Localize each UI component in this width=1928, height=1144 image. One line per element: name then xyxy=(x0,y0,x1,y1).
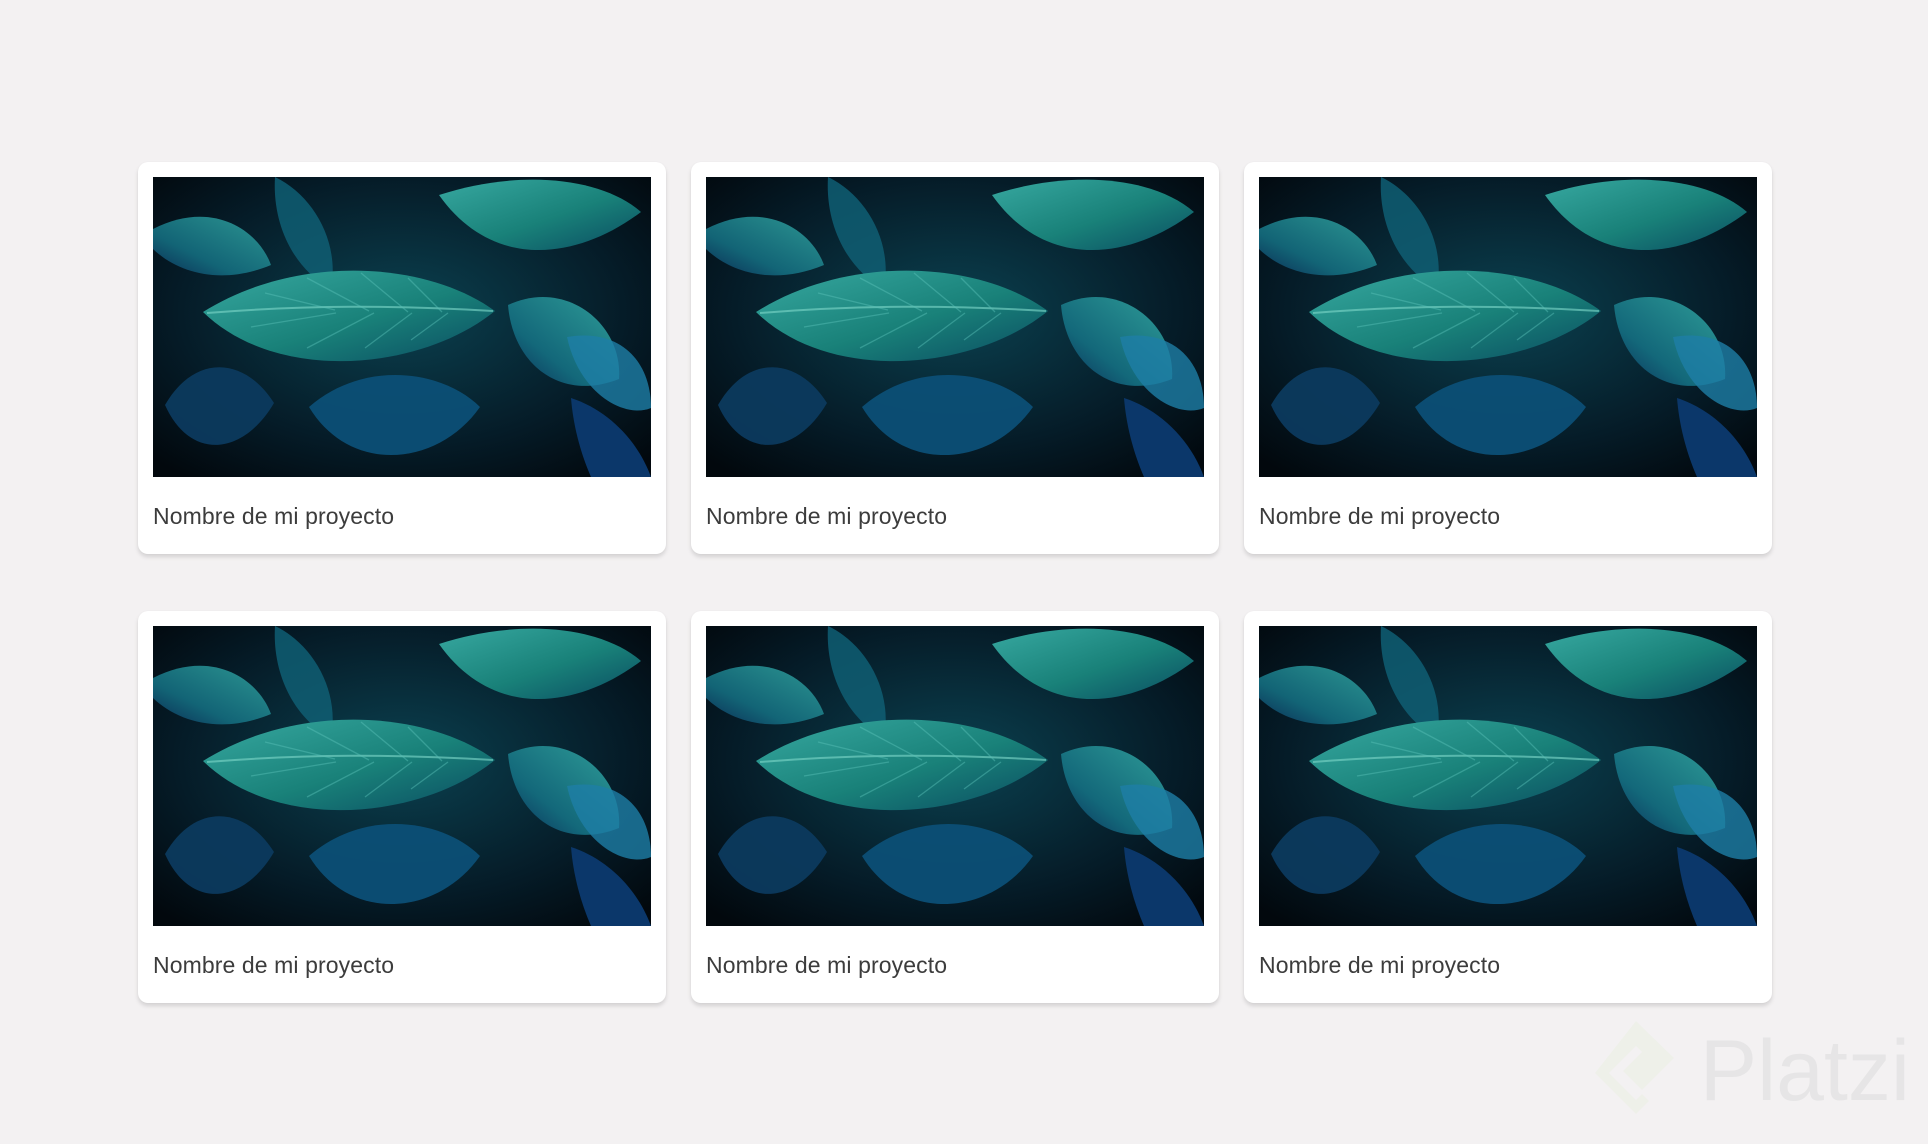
platzi-logo-icon xyxy=(1590,1018,1682,1124)
project-title: Nombre de mi proyecto xyxy=(1259,503,1501,529)
project-card[interactable]: Nombre de mi proyecto xyxy=(691,162,1219,554)
project-image[interactable] xyxy=(706,177,1204,477)
project-title: Nombre de mi proyecto xyxy=(153,952,395,978)
project-image[interactable] xyxy=(1259,626,1757,926)
project-title: Nombre de mi proyecto xyxy=(706,952,948,978)
leaf-image-icon xyxy=(153,177,651,477)
project-card[interactable]: Nombre de mi proyecto xyxy=(1244,611,1772,1003)
platzi-logo-text: Platzi xyxy=(1699,1023,1910,1119)
project-title: Nombre de mi proyecto xyxy=(706,503,948,529)
project-card[interactable]: Nombre de mi proyecto xyxy=(138,611,666,1003)
leaf-image-icon xyxy=(153,626,651,926)
leaf-image-icon xyxy=(1259,177,1757,477)
project-card[interactable]: Nombre de mi proyecto xyxy=(691,611,1219,1003)
project-grid: Nombre de mi proyecto Nombre de mi proye… xyxy=(138,162,1772,1003)
project-image[interactable] xyxy=(1259,177,1757,477)
project-card[interactable]: Nombre de mi proyecto xyxy=(138,162,666,554)
project-title: Nombre de mi proyecto xyxy=(153,503,395,529)
leaf-image-icon xyxy=(706,177,1204,477)
leaf-image-icon xyxy=(1259,626,1757,926)
project-image[interactable] xyxy=(153,177,651,477)
project-image[interactable] xyxy=(153,626,651,926)
project-card[interactable]: Nombre de mi proyecto xyxy=(1244,162,1772,554)
leaf-image-icon xyxy=(706,626,1204,926)
project-title: Nombre de mi proyecto xyxy=(1259,952,1501,978)
project-image[interactable] xyxy=(706,626,1204,926)
platzi-watermark: Platzi xyxy=(1590,1018,1910,1124)
